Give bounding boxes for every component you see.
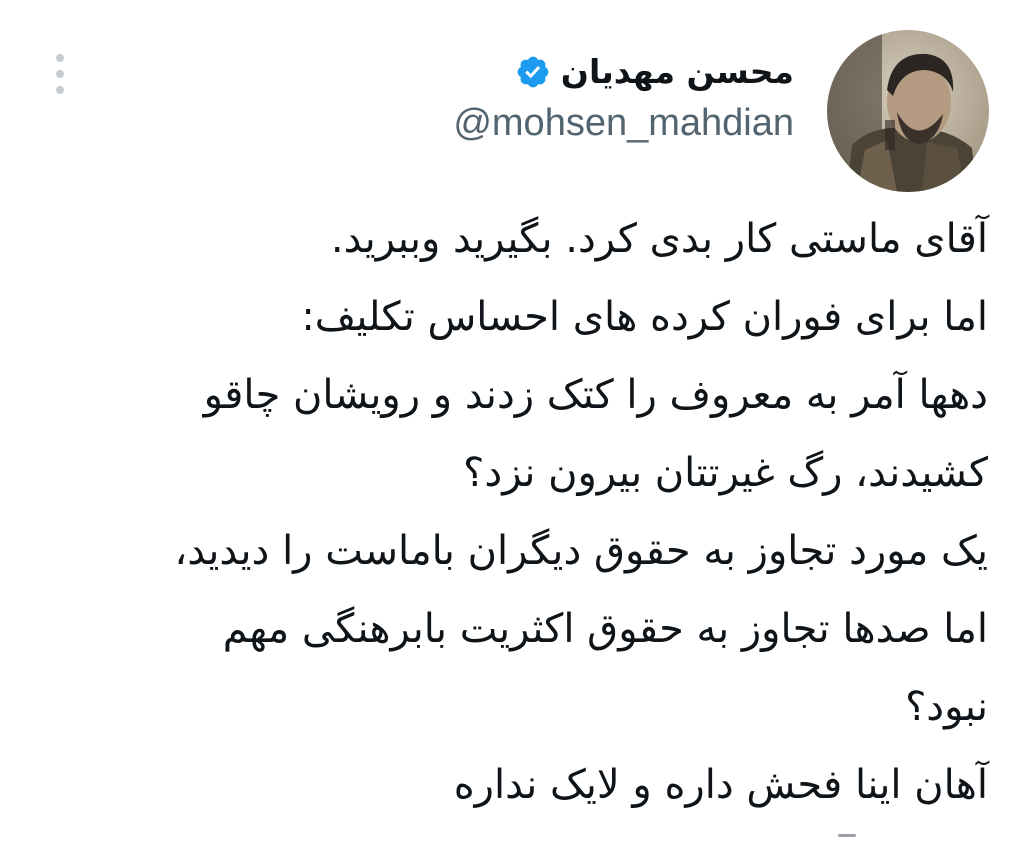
verified-badge-icon xyxy=(517,56,549,88)
author-handle[interactable]: @mohsen_mahdian xyxy=(453,100,794,146)
tweet-line: آقای ماستی کار بدی کرد. بگیرید وببرید. xyxy=(330,216,988,262)
more-options-button[interactable] xyxy=(46,52,74,96)
author-display-name[interactable]: محسن مهدیان xyxy=(561,48,794,96)
tweet-author[interactable]: محسن مهدیان @mohsen_mahdian xyxy=(453,48,794,146)
tweet-line: اما صدها تجاوز به حقوق اکثریت بابرهنگی م… xyxy=(222,606,988,652)
author-name-row: محسن مهدیان xyxy=(453,48,794,96)
more-vertical-icon xyxy=(56,70,64,78)
avatar-photo xyxy=(827,30,989,192)
tweet-line: یک مورد تجاوز به حقوق دیگران باماست را د… xyxy=(174,528,988,574)
tweet-line: دهها آمر به معروف را کتک زدند و رویشان چ… xyxy=(203,372,988,418)
cropped-divider xyxy=(838,834,856,837)
tweet-text: آقای ماستی کار بدی کرد. بگیرید وببرید. ا… xyxy=(28,200,988,824)
avatar[interactable] xyxy=(827,30,989,192)
tweet-line: نبود؟ xyxy=(905,684,988,730)
tweet-line: اما برای فوران کرده های احساس تکلیف: xyxy=(301,294,988,340)
tweet-line: آهان اینا فحش داره و لایک نداره xyxy=(453,762,988,808)
tweet-line: کشیدند، رگ غیرتتان بیرون نزد؟ xyxy=(463,450,988,496)
more-vertical-icon xyxy=(56,54,64,62)
more-vertical-icon xyxy=(56,86,64,94)
